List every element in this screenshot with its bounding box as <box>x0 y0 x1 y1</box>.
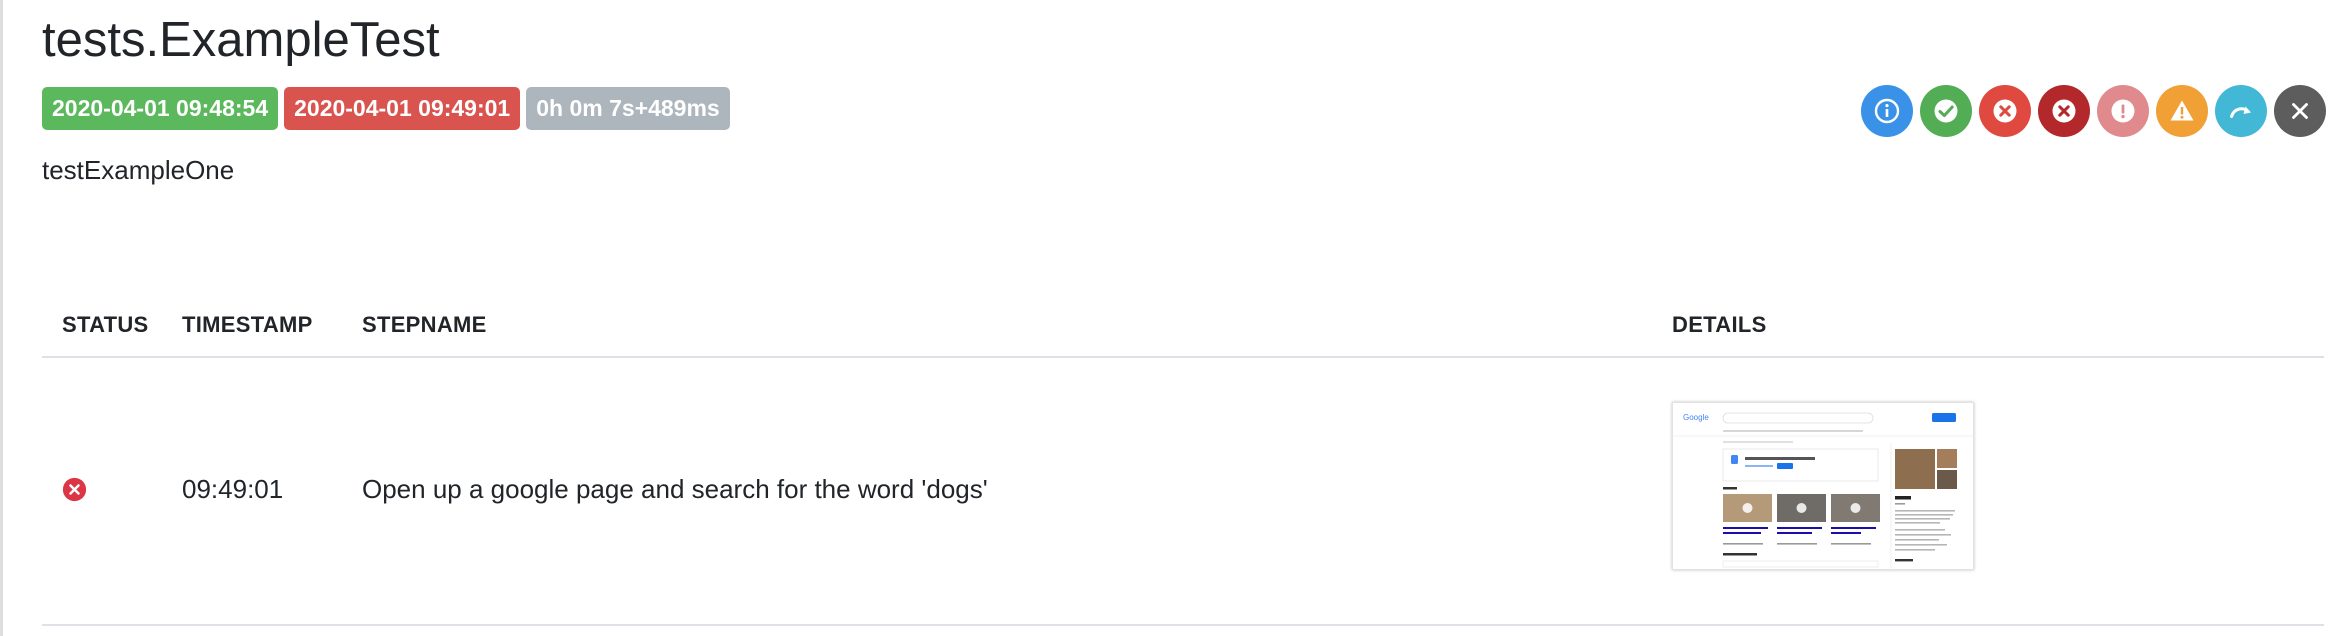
filter-clear-button[interactable] <box>2274 85 2326 137</box>
step-name: Open up a google page and search for the… <box>362 474 988 504</box>
test-method-name: testExampleOne <box>42 155 235 185</box>
svg-text:Google: Google <box>1683 413 1709 422</box>
start-time-badge: 2020-04-01 09:48:54 <box>42 87 279 130</box>
column-header-details: DETAILS <box>1672 312 1767 337</box>
filter-pass-button[interactable] <box>1920 85 1972 137</box>
filter-fatal-button[interactable] <box>2038 85 2090 137</box>
close-icon <box>2292 103 2308 119</box>
check-icon <box>1934 99 1958 123</box>
test-class-title: tests.ExampleTest <box>42 13 440 67</box>
steps-table: STATUS TIMESTAMP STEPNAME DETAILS 09:49:… <box>42 300 2324 626</box>
x-circle-icon <box>1993 99 2017 123</box>
info-icon <box>1874 98 1900 124</box>
filter-error-button[interactable] <box>2097 85 2149 137</box>
test-report: tests.ExampleTest 2020-04-01 09:48:54 20… <box>42 0 2326 636</box>
column-header-status: STATUS <box>62 312 149 337</box>
warning-icon <box>2170 100 2194 121</box>
step-timestamp: 09:49:01 <box>182 474 284 504</box>
filter-info-button[interactable] <box>1861 85 1913 137</box>
table-header: STATUS TIMESTAMP STEPNAME DETAILS <box>42 300 2324 358</box>
x-circle-icon <box>2052 99 2076 123</box>
table-row: 09:49:01 Open up a google page and searc… <box>42 358 2324 626</box>
filter-skip-button[interactable] <box>2215 85 2267 137</box>
duration-badge: 0h 0m 7s+489ms <box>526 87 730 130</box>
exclamation-icon <box>2111 99 2135 123</box>
left-border <box>0 0 3 636</box>
screenshot-thumbnail[interactable]: Google <box>1672 402 1974 570</box>
column-header-stepname: STEPNAME <box>362 312 487 337</box>
end-time-badge: 2020-04-01 09:49:01 <box>284 87 521 130</box>
filter-fail-button[interactable] <box>1979 85 2031 137</box>
filter-warning-button[interactable] <box>2156 85 2208 137</box>
google-search-screenshot-image: Google <box>1673 403 1973 569</box>
status-filter-buttons <box>1861 85 2326 137</box>
test-time-badges: 2020-04-01 09:48:54 2020-04-01 09:49:01 … <box>42 87 730 130</box>
fail-status-icon <box>62 477 87 502</box>
skip-icon <box>2230 106 2251 118</box>
column-header-timestamp: TIMESTAMP <box>182 312 313 337</box>
